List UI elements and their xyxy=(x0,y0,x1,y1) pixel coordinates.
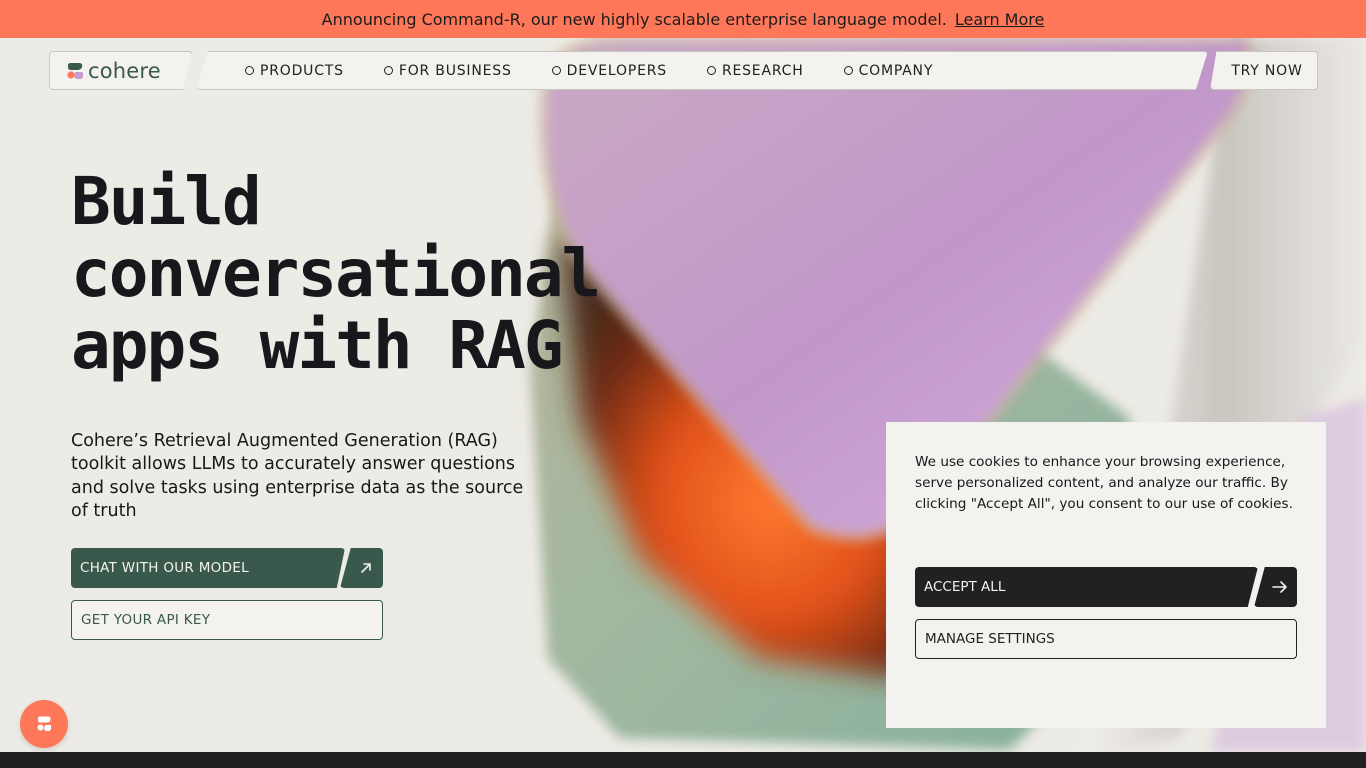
get-api-key-button[interactable]: GET YOUR API KEY xyxy=(71,600,383,640)
accept-all-arrow-button[interactable] xyxy=(1254,567,1297,607)
nav-item-label: PRODUCTS xyxy=(260,62,344,79)
logo-wordmark: cohere xyxy=(88,58,161,83)
accept-all-button[interactable]: ACCEPT ALL xyxy=(915,567,1258,607)
cohere-chat-icon xyxy=(37,716,51,731)
hero-title-line: apps with RAG xyxy=(71,307,564,384)
learn-more-link[interactable]: Learn More xyxy=(955,10,1044,29)
hero-subtitle: Cohere’s Retrieval Augmented Generation … xyxy=(71,431,524,521)
arrow-right-icon xyxy=(1271,581,1287,593)
nav-item-company[interactable]: COMPANY xyxy=(843,62,934,79)
announcement-text: Announcing Command-R, our new highly sca… xyxy=(321,9,947,29)
circle-bullet-icon xyxy=(551,66,561,75)
footer-strip xyxy=(0,752,1366,768)
nav-item-label: FOR BUSINESS xyxy=(398,62,512,79)
hero-title-line: Build xyxy=(71,163,262,240)
hero-title-line: conversational xyxy=(71,235,601,312)
hero-title: Build conversational apps with RAG xyxy=(71,166,671,382)
circle-bullet-icon xyxy=(843,66,853,75)
circle-bullet-icon xyxy=(383,66,393,75)
nav-item-label: DEVELOPERS xyxy=(566,62,667,79)
circle-bullet-icon xyxy=(245,66,254,75)
chat-launcher-button[interactable] xyxy=(20,700,68,748)
cookie-consent-text: We use cookies to enhance your browsing … xyxy=(915,454,1293,512)
cohere-logo[interactable]: cohere xyxy=(49,51,193,90)
circle-bullet-icon xyxy=(706,66,716,75)
nav-item-developers[interactable]: DEVELOPERS xyxy=(551,62,667,79)
cookie-consent-panel: We use cookies to enhance your browsing … xyxy=(886,422,1326,728)
nav-item-label: COMPANY xyxy=(858,62,934,79)
manage-settings-button[interactable]: MANAGE SETTINGS xyxy=(915,619,1297,659)
arrow-up-right-icon xyxy=(360,563,371,573)
chat-with-model-button[interactable]: CHAT WITH OUR MODEL xyxy=(71,548,345,588)
cohere-logo-icon xyxy=(67,62,83,79)
try-now-button[interactable]: TRY NOW xyxy=(1210,51,1318,90)
nav-item-products[interactable]: PRODUCTS xyxy=(245,63,344,79)
main-nav: PRODUCTS FOR BUSINESS DEVELOPERS RESEARC… xyxy=(196,51,1208,90)
announcement-bar: Announcing Command-R, our new highly sca… xyxy=(0,0,1366,38)
nav-item-label: RESEARCH xyxy=(721,62,804,79)
nav-item-for-business[interactable]: FOR BUSINESS xyxy=(383,62,512,79)
nav-item-research[interactable]: RESEARCH xyxy=(706,62,804,79)
